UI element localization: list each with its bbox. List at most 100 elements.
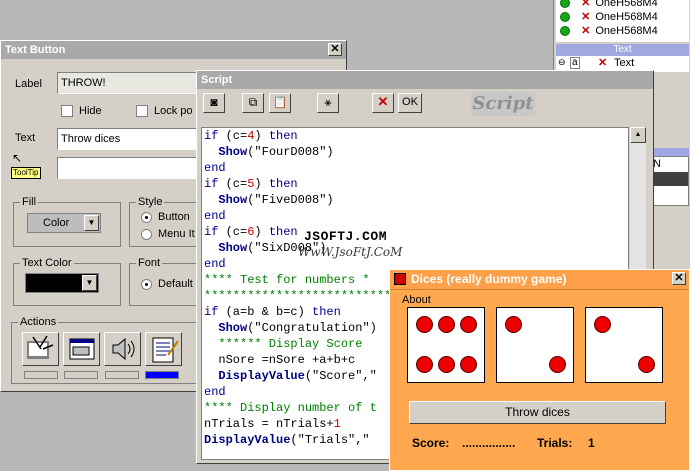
action-explode-button[interactable]: [22, 332, 59, 366]
text-field[interactable]: Throw dices: [57, 128, 207, 150]
action-script-button[interactable]: [145, 332, 182, 366]
score-value: ................: [462, 436, 516, 450]
code-token: **** Display number of t: [204, 401, 377, 415]
code-token: (c=: [218, 225, 248, 239]
tree-item[interactable]: ✕ OneH568M4: [560, 24, 658, 38]
code-token: ("FourD008"): [247, 145, 334, 159]
fill-group: Fill Color ▼: [13, 196, 121, 247]
fill-select[interactable]: Color ▼: [27, 213, 101, 233]
script-titlebar[interactable]: Script: [197, 71, 653, 89]
die-pip: [460, 316, 477, 333]
throw-dices-button[interactable]: Throw dices: [409, 401, 666, 424]
die-pip: [416, 356, 433, 373]
code-token: ): [254, 225, 269, 239]
label-field[interactable]: THROW!: [57, 72, 207, 94]
side-list-item[interactable]: N: [653, 158, 661, 170]
side-list: N: [649, 156, 689, 206]
code-line[interactable]: end: [202, 208, 628, 224]
code-line[interactable]: Show("FourD008"): [202, 144, 628, 160]
style-button-radio[interactable]: [141, 212, 152, 223]
text-button-titlebar[interactable]: Text Button: [1, 41, 346, 59]
style-group-label: Style: [136, 196, 165, 208]
action-slot[interactable]: [105, 371, 139, 379]
chevron-down-icon[interactable]: ▼: [84, 215, 99, 231]
magic-wand-icon: ⚹: [324, 95, 332, 109]
toolbar-cancel-button[interactable]: ✕: [372, 93, 394, 113]
actions-group: Actions: [11, 316, 211, 384]
vertical-scrollbar[interactable]: ▲: [630, 127, 646, 277]
text-object-icon: a: [570, 57, 580, 69]
tree-item-label: OneH568M4: [595, 25, 658, 37]
code-token: Show: [218, 145, 248, 159]
tree-item[interactable]: ✕ OneH568M4: [560, 0, 658, 10]
hide-checkbox[interactable]: [61, 105, 73, 117]
code-line[interactable]: end: [202, 160, 628, 176]
tree-section-header[interactable]: Text: [556, 44, 689, 56]
lock-position-checkbox[interactable]: [136, 105, 148, 117]
window-title: Dices (really dummy game): [411, 272, 567, 286]
toolbar-wizard-button[interactable]: ⚹: [317, 93, 339, 113]
die-pip: [438, 316, 455, 333]
tooltip-tag[interactable]: ToolTip: [11, 167, 41, 179]
cancel-icon: ✕: [377, 94, 389, 109]
style-menu-label: Menu It: [158, 228, 195, 240]
toolbar-paste-button[interactable]: 📋: [269, 93, 291, 113]
style-menu-radio[interactable]: [141, 229, 152, 240]
fill-select-value: Color: [43, 217, 70, 229]
toolbar-copy-button[interactable]: ⧉: [242, 93, 264, 113]
code-token: nSore =nSore +a+b+c: [204, 353, 356, 367]
tooltip-field[interactable]: [57, 157, 207, 179]
action-window-button[interactable]: [63, 332, 100, 366]
action-sound-button[interactable]: [104, 332, 141, 366]
action-slot-selected[interactable]: [145, 371, 179, 379]
code-token: ("Congratulation"): [247, 321, 377, 335]
code-token: then: [268, 177, 298, 191]
text-color-group: Text Color ▼: [13, 257, 121, 306]
die-pip: [438, 356, 455, 373]
code-line[interactable]: Show("FiveD008"): [202, 192, 628, 208]
code-line[interactable]: Show("SixD008"): [202, 240, 628, 256]
side-list-selected[interactable]: [650, 172, 688, 186]
red-x-icon: ✕: [581, 0, 591, 9]
code-line[interactable]: if (c=5) then: [202, 176, 628, 192]
chevron-down-icon[interactable]: ▼: [82, 275, 97, 291]
font-default-label: Default: [158, 278, 193, 290]
scroll-up-button[interactable]: ▲: [630, 127, 646, 143]
toolbar-record-button[interactable]: ◙: [203, 93, 225, 113]
toolbar-ok-button[interactable]: OK: [398, 93, 422, 113]
code-token: ("Trials",": [290, 433, 370, 447]
red-x-icon: ✕: [581, 25, 591, 37]
fill-group-label: Fill: [20, 196, 39, 208]
code-token: DisplayValue: [204, 433, 291, 447]
die-pip: [638, 356, 655, 373]
font-default-radio[interactable]: [141, 279, 152, 290]
die-pip: [594, 316, 611, 333]
green-dot-icon: [560, 12, 570, 23]
code-token: ("Score",": [304, 369, 377, 383]
code-token: ("FiveD008"): [247, 193, 334, 207]
code-line[interactable]: if (c=4) then: [202, 128, 628, 144]
code-token: 1: [333, 417, 341, 431]
text-color-select[interactable]: ▼: [25, 273, 99, 293]
dices-titlebar[interactable]: Dices (really dummy game) ✕: [390, 270, 689, 290]
close-button[interactable]: ✕: [672, 272, 686, 285]
tree-item-label: OneH568M4: [595, 0, 658, 9]
window-title: Text Button: [5, 44, 66, 56]
code-line[interactable]: if (c=6) then: [202, 224, 628, 240]
code-token: then: [268, 129, 298, 143]
expand-icon[interactable]: ⊖: [558, 57, 566, 68]
trials-label: Trials:: [537, 436, 573, 450]
code-token: if: [204, 129, 219, 143]
close-button[interactable]: ✕: [328, 43, 342, 56]
cursor-icon: ↖: [12, 151, 23, 165]
action-slot[interactable]: [64, 371, 98, 379]
tree-item-label[interactable]: Text: [614, 57, 634, 69]
tree-item[interactable]: ✕ OneH568M4: [560, 10, 658, 24]
record-icon: ◙: [210, 95, 218, 109]
action-slot[interactable]: [24, 371, 58, 379]
about-menu[interactable]: About: [402, 294, 431, 306]
trials-value: 1: [588, 436, 595, 450]
